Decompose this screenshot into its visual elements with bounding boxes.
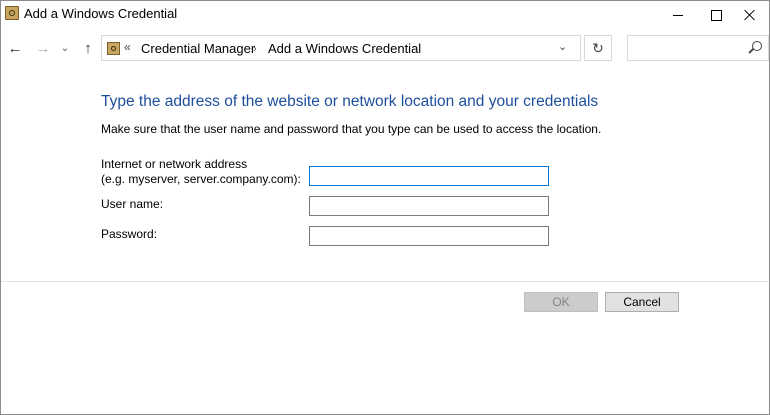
breadcrumb-credential-manager[interactable]: Credential Manager	[141, 41, 255, 56]
address-label-example: (e.g. myserver, server.company.com):	[101, 172, 301, 186]
breadcrumb-separator-icon[interactable]: ›	[253, 42, 257, 57]
search-icon	[752, 41, 762, 51]
address-dropdown-icon[interactable]: ⌄	[558, 40, 567, 53]
address-bar[interactable]: « Credential Manager › Add a Windows Cre…	[101, 35, 581, 61]
page-description: Make sure that the user name and passwor…	[101, 122, 602, 136]
page-heading: Type the address of the website or netwo…	[101, 93, 599, 110]
username-label: User name:	[101, 197, 164, 211]
minimize-icon	[673, 14, 683, 16]
recent-locations-chevron-icon[interactable]: ⌄	[59, 38, 71, 58]
password-input[interactable]	[309, 226, 549, 246]
network-address-input[interactable]	[309, 166, 549, 186]
back-arrow-icon[interactable]: ←	[6, 38, 24, 58]
up-arrow-icon[interactable]: ↑	[79, 38, 97, 58]
password-label: Password:	[101, 227, 158, 241]
ok-button[interactable]: OK	[524, 292, 598, 312]
credential-manager-icon	[107, 42, 120, 55]
refresh-button[interactable]: ↻	[584, 35, 612, 61]
title-bar: Add a Windows Credential	[1, 1, 769, 29]
username-input[interactable]	[309, 196, 549, 216]
forward-arrow-icon[interactable]: →	[34, 38, 52, 58]
search-box[interactable]	[627, 35, 769, 61]
window-title: Add a Windows Credential	[24, 6, 178, 21]
address-label: Internet or network address	[101, 157, 248, 171]
navigation-bar: ← → ⌄ ↑ « Credential Manager › Add a Win…	[1, 33, 769, 63]
maximize-icon	[710, 9, 722, 21]
close-button[interactable]	[731, 1, 769, 29]
credential-window: Add a Windows Credential ← → ⌄ ↑ « Crede…	[0, 0, 770, 415]
close-icon	[744, 9, 756, 21]
breadcrumb-add-windows-credential[interactable]: Add a Windows Credential	[268, 41, 421, 56]
credential-manager-icon	[5, 6, 19, 20]
cancel-button[interactable]: Cancel	[605, 292, 679, 312]
footer-divider	[1, 281, 769, 282]
refresh-icon: ↻	[592, 39, 604, 56]
breadcrumb-overflow-icon[interactable]: «	[124, 40, 131, 54]
